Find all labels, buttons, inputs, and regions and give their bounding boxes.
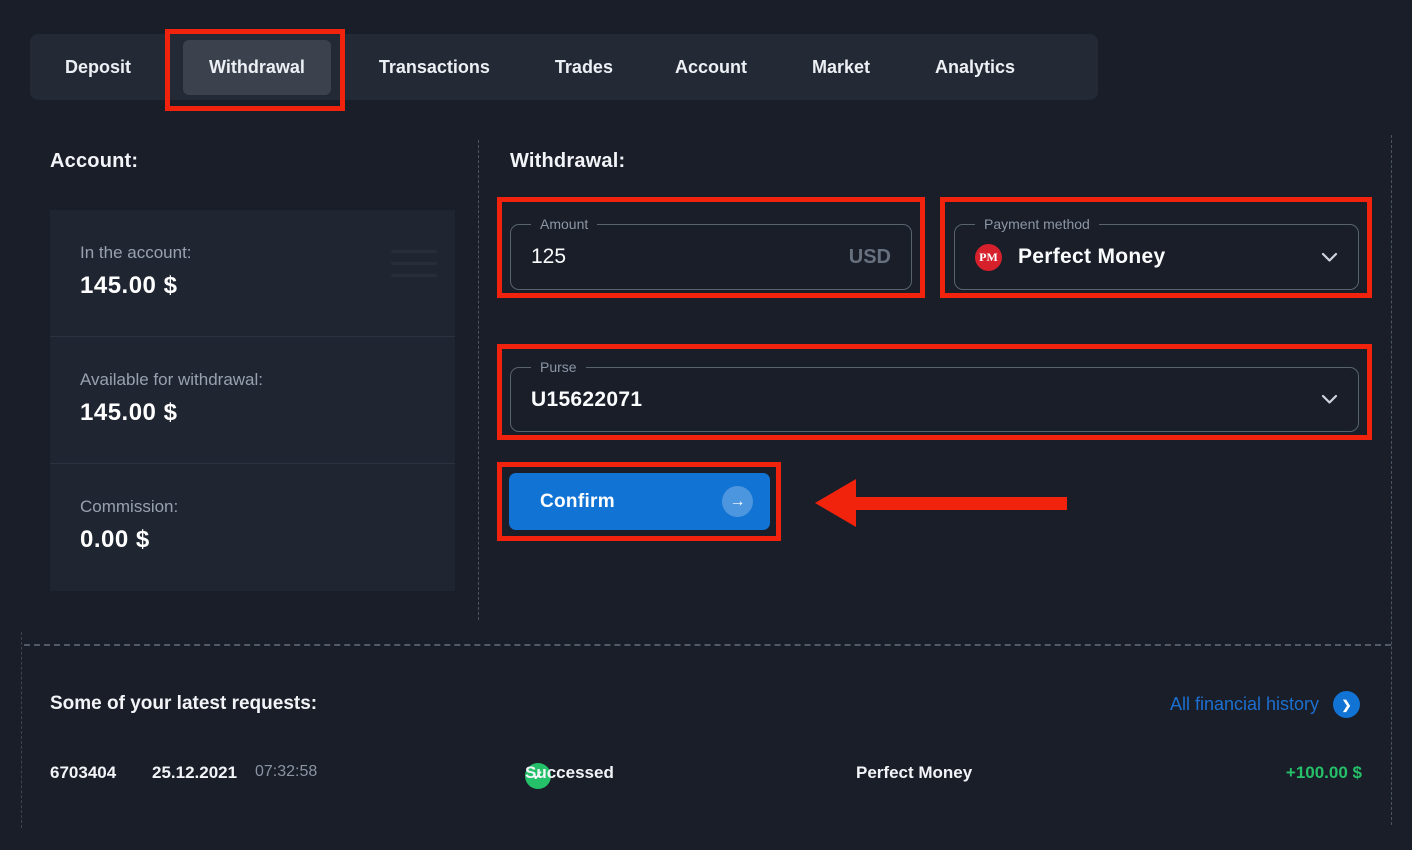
all-financial-history-link[interactable]: All financial history ❯ xyxy=(1170,691,1360,718)
account-heading: Account: xyxy=(50,150,138,173)
request-amount: +100.00 $ xyxy=(1286,763,1362,783)
chevron-down-icon xyxy=(1321,394,1338,405)
annotation-arrow-shaft xyxy=(848,497,1067,510)
available-label: Available for withdrawal: xyxy=(80,370,455,390)
payment-method-value: Perfect Money xyxy=(1018,245,1165,269)
amount-input[interactable]: Amount 125 USD xyxy=(510,224,912,290)
currency-suffix: USD xyxy=(849,246,891,269)
purse-select[interactable]: Purse U15622071 xyxy=(510,367,1359,432)
tab-account[interactable]: Account xyxy=(675,57,747,78)
commission-label: Commission: xyxy=(80,497,455,517)
all-financial-history-label: All financial history xyxy=(1170,694,1319,715)
purse-field-label: Purse xyxy=(531,359,586,375)
perfect-money-icon: PM xyxy=(975,244,1002,271)
request-id: 6703404 xyxy=(50,763,116,783)
account-summary: In the account: 145.00 $ Available for w… xyxy=(50,210,455,591)
available-value: 145.00 $ xyxy=(80,399,455,427)
section-divider-dashed xyxy=(24,644,1391,646)
request-date: 25.12.2021 xyxy=(152,763,237,783)
request-method: Perfect Money xyxy=(856,763,972,783)
confirm-button-label: Confirm xyxy=(540,491,615,513)
chevron-down-icon xyxy=(1321,252,1338,263)
tab-trades[interactable]: Trades xyxy=(555,57,613,78)
withdrawal-heading: Withdrawal: xyxy=(510,150,625,173)
request-time: 07:32:58 xyxy=(255,763,317,781)
annotation-arrow-left-icon xyxy=(815,479,856,527)
latest-requests-heading: Some of your latest requests: xyxy=(50,693,317,715)
history-row: 6703404 25.12.2021 07:32:58 ✓ Successed … xyxy=(50,760,1362,790)
right-border-dashed xyxy=(1391,135,1392,825)
chevron-right-icon: ❯ xyxy=(1333,691,1360,718)
status-text: Successed xyxy=(525,763,614,783)
available-card: Available for withdrawal: 145.00 $ xyxy=(50,337,455,464)
tab-transactions[interactable]: Transactions xyxy=(379,57,490,78)
withdrawal-page: Deposit Withdrawal Transactions Trades A… xyxy=(0,0,1412,850)
tab-market[interactable]: Market xyxy=(812,57,870,78)
amount-value: 125 xyxy=(531,245,566,269)
tab-deposit[interactable]: Deposit xyxy=(65,57,131,78)
tab-analytics[interactable]: Analytics xyxy=(935,57,1015,78)
left-border-dashed xyxy=(21,632,22,828)
commission-value: 0.00 $ xyxy=(80,526,455,554)
panel-divider-dashed xyxy=(478,140,479,620)
account-balance-card: In the account: 145.00 $ xyxy=(50,210,455,337)
amount-field-label: Amount xyxy=(531,216,597,232)
card-decoration xyxy=(391,250,437,286)
top-nav: Deposit Withdrawal Transactions Trades A… xyxy=(30,34,1098,100)
payment-method-select[interactable]: Payment method PM Perfect Money xyxy=(954,224,1359,290)
tab-withdrawal[interactable]: Withdrawal xyxy=(183,40,331,95)
purse-value: U15622071 xyxy=(531,388,642,412)
commission-card: Commission: 0.00 $ xyxy=(50,464,455,591)
payment-method-field-label: Payment method xyxy=(975,216,1099,232)
confirm-button[interactable]: Confirm → xyxy=(509,473,770,530)
arrow-right-icon: → xyxy=(722,486,753,517)
